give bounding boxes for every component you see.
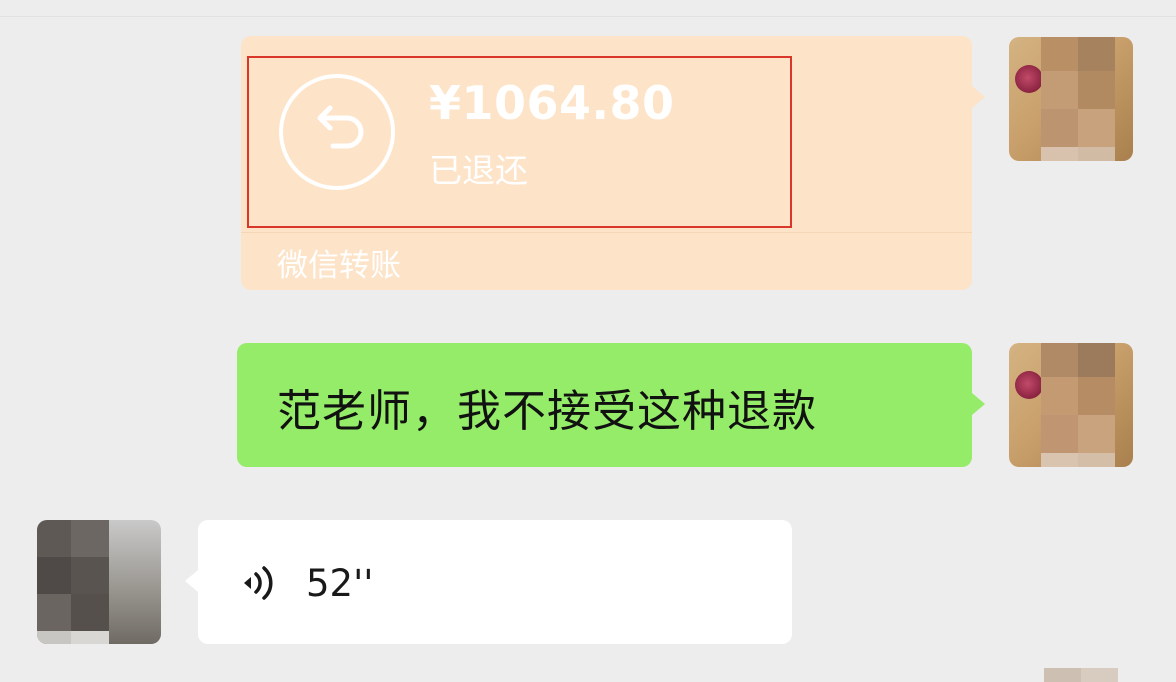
bubble-tail bbox=[972, 86, 985, 108]
message-text: 范老师，我不接受这种退款 bbox=[277, 386, 817, 437]
voice-message-bubble[interactable]: 52'' bbox=[185, 520, 792, 644]
top-divider bbox=[0, 16, 1176, 17]
my-avatar[interactable] bbox=[1009, 343, 1133, 467]
contact-avatar[interactable] bbox=[37, 520, 161, 644]
partial-avatar bbox=[1044, 668, 1118, 682]
voice-duration: 52'' bbox=[306, 562, 374, 605]
bubble-tail bbox=[185, 570, 198, 592]
bubble-tail bbox=[972, 393, 985, 415]
highlight-annotation bbox=[247, 56, 792, 228]
card-divider bbox=[241, 232, 972, 233]
transfer-label: 微信转账 bbox=[277, 248, 401, 284]
text-message-bubble[interactable]: 范老师，我不接受这种退款 bbox=[237, 343, 985, 467]
my-avatar[interactable] bbox=[1009, 37, 1133, 161]
voice-wave-icon bbox=[240, 563, 280, 607]
